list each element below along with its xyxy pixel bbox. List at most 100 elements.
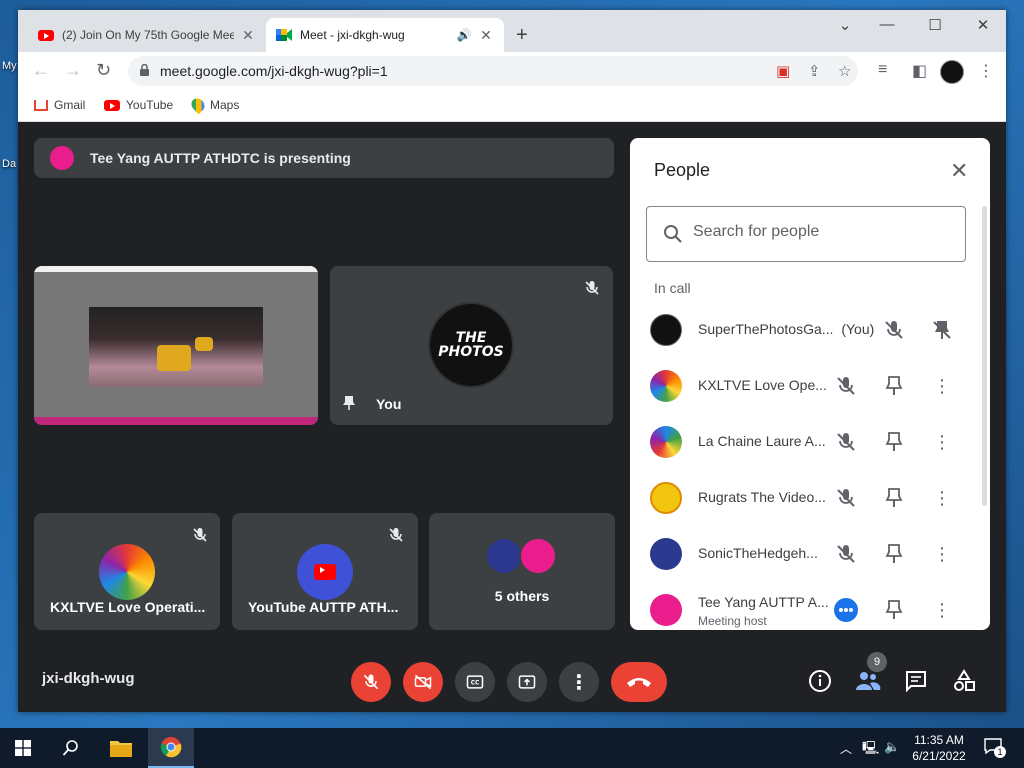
back-button[interactable]: ← [32,60,50,81]
participant-tile[interactable]: YouTube AUTTP ATH... [232,513,418,630]
toggle-mic-button[interactable] [351,662,391,702]
presenter-avatar [50,146,74,170]
meet-icon [276,29,292,41]
meeting-details-button[interactable] [807,668,833,694]
participant-row[interactable]: Tee Yang AUTTP A... Meeting host ⋮ [630,582,990,630]
pin-icon[interactable] [882,486,906,510]
pin-icon[interactable] [882,542,906,566]
close-tab-icon[interactable]: ✕ [240,27,256,44]
search-button[interactable] [48,728,94,768]
presenting-text: Tee Yang AUTTP ATHDTC is presenting [90,150,351,166]
youtube-icon [104,99,120,111]
search-icon [62,740,78,756]
search-people-input[interactable] [693,223,953,241]
more-options-button[interactable]: ⋮ [559,662,599,702]
reload-button[interactable]: ↻ [96,60,111,81]
more-options-icon[interactable]: ⋮ [930,542,954,566]
media-control-icon[interactable]: ≡ [878,61,887,79]
unpin-icon[interactable] [930,318,954,342]
mic-off-icon [389,528,403,542]
search-icon [664,225,682,243]
close-tab-icon[interactable]: ✕ [478,27,494,44]
show-hidden-icons[interactable]: ︿ [840,740,852,757]
pin-icon[interactable] [882,598,906,622]
desktop-label: Da [2,158,17,170]
gmail-icon [34,99,48,111]
pin-icon[interactable] [882,374,906,398]
network-icon[interactable]: 🖳 [862,739,879,761]
avatar-text: THE [455,330,487,346]
more-options-icon[interactable]: ⋮ [930,430,954,454]
address-bar[interactable]: meet.google.com/jxi-dkgh-wug?pli=1 ▣ ⇪ ☆ [128,56,858,86]
car-shape [157,345,191,371]
close-window-button[interactable]: ✕ [968,16,998,34]
tab-youtube[interactable]: (2) Join On My 75th Google Meet ✕ [28,18,266,52]
participant-name: La Chaine Laure A... [698,433,826,449]
participant-row[interactable]: SonicTheHedgeh... ⋮ [630,526,990,582]
participant-row[interactable]: Rugrats The Video... ⋮ [630,470,990,526]
meeting-controls: jxi-dkgh-wug CC ⋮ 9 [18,642,1006,712]
file-explorer-button[interactable] [98,728,144,768]
others-tile[interactable]: 5 others [429,513,615,630]
chrome-taskbar-button[interactable] [148,728,194,768]
start-button[interactable] [0,728,46,768]
avatar-text: PHOTOS [438,344,504,360]
speaker-icon[interactable]: 🔊 [456,28,472,42]
panel-scrollbar[interactable] [982,206,987,506]
search-people-box[interactable] [646,206,966,262]
more-options-icon[interactable]: ⋮ [930,374,954,398]
bookmark-youtube[interactable]: YouTube [104,98,173,112]
bookmark-star-icon[interactable]: ☆ [838,62,851,80]
camera-blocked-icon[interactable]: ▣ [776,62,790,80]
notifications-button[interactable]: 1 [984,738,1006,758]
mic-off-icon [837,377,855,395]
maps-icon [188,95,208,115]
bookmark-label: Maps [210,98,240,112]
participant-avatar [650,482,682,514]
presenting-banner: Tee Yang AUTTP ATHDTC is presenting [34,138,614,178]
mic-off-icon [837,489,855,507]
menu-icon[interactable]: ⋮ [978,61,994,81]
new-tab-button[interactable]: + [516,24,528,47]
participant-tile[interactable]: KXLTVE Love Operati... [34,513,220,630]
participant-row[interactable]: KXLTVE Love Ope... ⋮ [630,358,990,414]
bookmark-gmail[interactable]: Gmail [34,98,85,112]
participant-row[interactable]: SuperThePhotosGa... (You) [630,302,990,358]
present-button[interactable] [507,662,547,702]
close-panel-button[interactable]: ✕ [950,158,968,184]
tab-search-icon[interactable]: ⌄ [830,16,860,34]
bookmark-maps[interactable]: Maps [188,95,240,115]
profile-avatar[interactable] [940,60,964,84]
pin-icon[interactable] [882,430,906,454]
participant-row[interactable]: La Chaine Laure A... ⋮ [630,414,990,470]
bookmarks-bar: Gmail YouTube Maps [18,90,1006,122]
participant-name: SuperThePhotosGa... (You) [698,321,875,337]
car-shape [195,337,213,351]
notification-count: 1 [994,746,1006,758]
screen-share-tile[interactable] [34,266,318,425]
side-panel-icon[interactable]: ◧ [912,61,927,81]
volume-icon[interactable]: 🔈 [884,739,900,755]
speaking-indicator-icon [834,598,858,622]
participant-avatar [650,594,682,626]
captions-button[interactable]: CC [455,662,495,702]
self-video-tile[interactable]: THE PHOTOS You [330,266,613,425]
more-options-icon[interactable]: ⋮ [930,598,954,622]
chat-button[interactable] [903,668,929,694]
lock-icon [140,64,149,76]
forward-button[interactable]: → [64,60,82,81]
more-vert-icon: ⋮ [569,671,589,694]
leave-call-button[interactable] [611,662,667,702]
maximize-button[interactable]: ☐ [920,16,950,34]
minimize-button[interactable]: — [872,16,902,33]
toggle-camera-button[interactable] [403,662,443,702]
participant-avatar [650,426,682,458]
activities-button[interactable] [951,668,977,694]
tab-meet[interactable]: Meet - jxi-dkgh-wug 🔊 ✕ [266,18,504,52]
mic-off-icon [363,674,379,690]
more-options-icon[interactable]: ⋮ [930,486,954,510]
share-icon[interactable]: ⇪ [808,62,821,80]
mic-off-icon [885,321,903,339]
participant-avatar [99,544,155,600]
system-clock[interactable]: 11:35 AM 6/21/2022 [906,732,972,764]
